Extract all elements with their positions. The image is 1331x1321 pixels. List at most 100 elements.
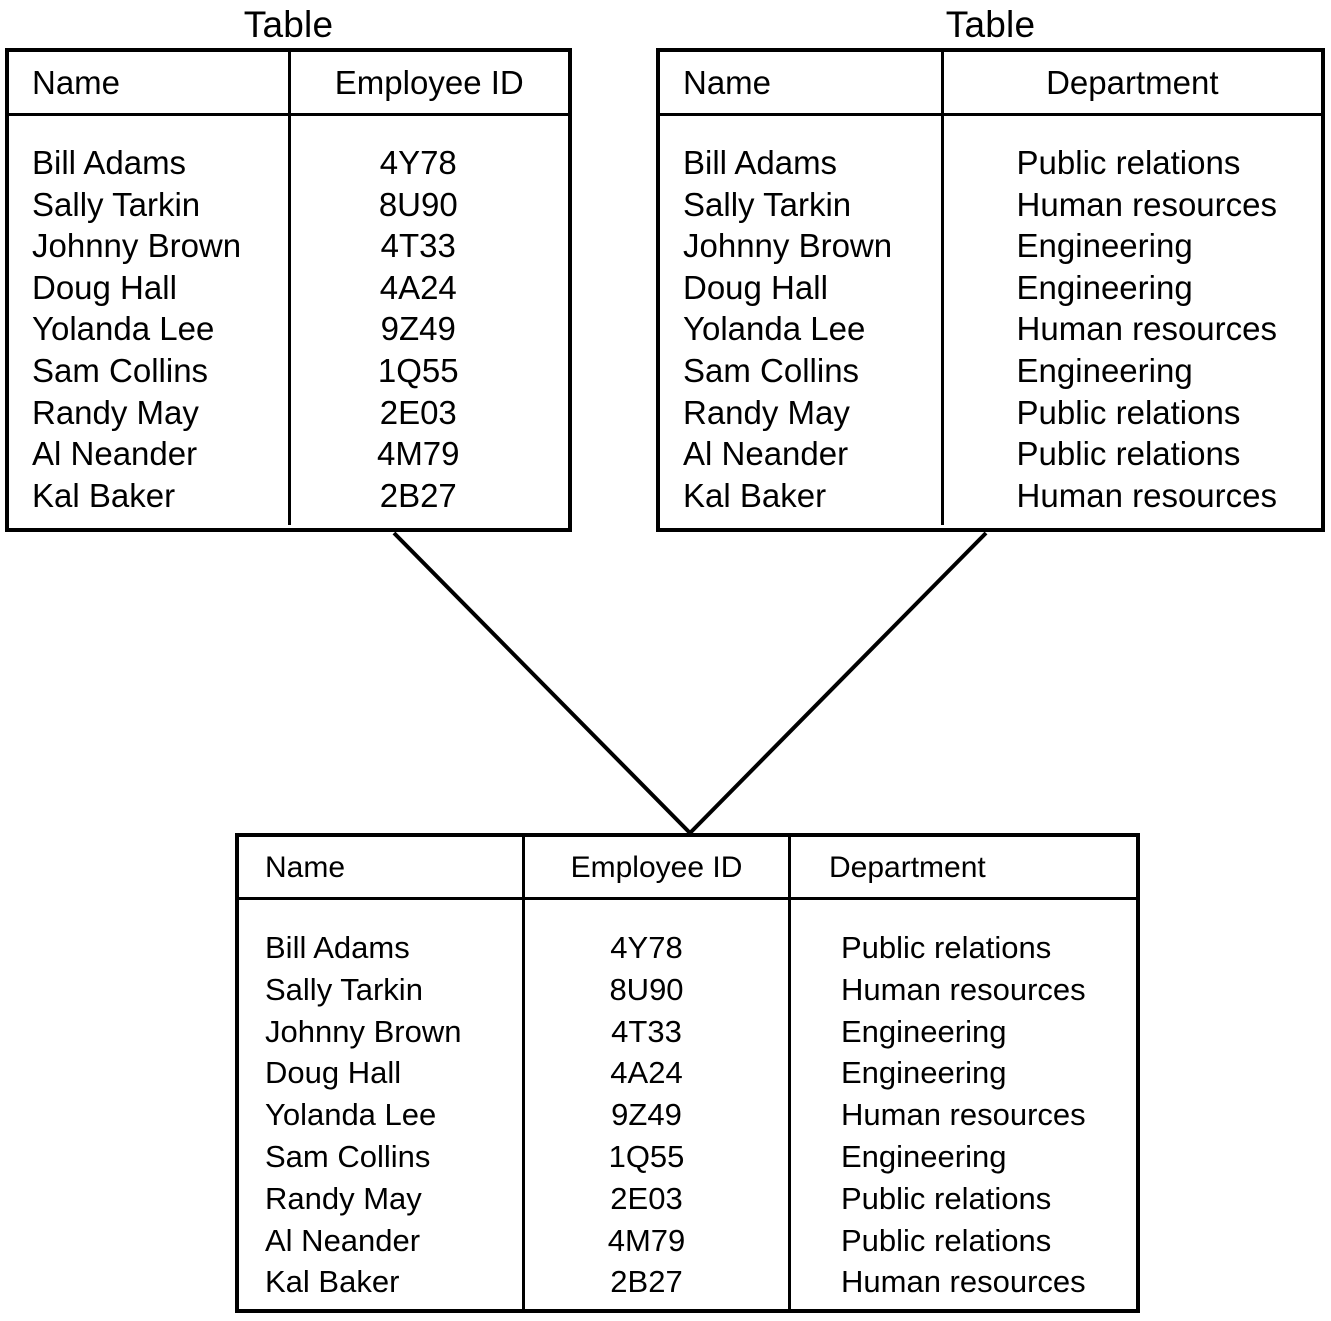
table-row: 4M79 — [607, 1222, 686, 1258]
joined-table-employee-id-column: 4Y78 8U90 4T33 4A24 9Z49 1Q55 2E03 4M79 … — [522, 900, 788, 1310]
source-table-department: Name Department Bill Adams Sally Tarkin … — [656, 48, 1325, 532]
joined-table-body: Bill Adams Sally Tarkin Johnny Brown Dou… — [239, 900, 1136, 1310]
left-table-employee-id-column: 4Y78 8U90 4T33 4A24 9Z49 1Q55 2E03 4M79 … — [287, 116, 568, 525]
table-row: 9Z49 — [611, 1097, 682, 1133]
table-row: Engineering — [841, 1013, 1007, 1049]
joined-table-header-name-text: Name — [265, 850, 346, 884]
join-diagram-canvas: Table Name Employee ID Bill Adams Sally … — [0, 0, 1331, 1321]
table-row: Human resources — [1016, 185, 1277, 223]
table-row: Public relations — [841, 930, 1052, 965]
table-row: 2E03 — [610, 1180, 683, 1216]
table-row: Al Neander — [265, 1222, 421, 1258]
table-row: Al Neander — [683, 435, 849, 473]
table-row: 4Y78 — [610, 930, 683, 965]
joined-table-header-name: Name — [239, 837, 522, 897]
table-row: 4M79 — [376, 435, 460, 473]
table-row: Public relations — [841, 1180, 1052, 1216]
table-row: Engineering — [841, 1138, 1007, 1174]
table-row: Randy May — [32, 393, 199, 431]
left-table-caption: Table — [5, 3, 572, 47]
connector-line-left — [392, 531, 692, 835]
table-row: Doug Hall — [265, 1055, 402, 1091]
table-row: Human resources — [1016, 476, 1277, 514]
left-table-header-row: Name Employee ID — [9, 52, 568, 116]
table-row: 4T33 — [611, 1013, 682, 1049]
table-row: Johnny Brown — [32, 227, 242, 265]
table-row: Public relations — [1016, 393, 1241, 431]
table-row: Human resources — [841, 1097, 1086, 1133]
table-row: Human resources — [841, 1264, 1086, 1300]
right-table-department-column: Public relations Human resources Enginee… — [940, 116, 1321, 525]
right-table-header-department: Department — [940, 52, 1321, 113]
table-row: Yolanda Lee — [32, 310, 215, 348]
table-row: Engineering — [841, 1055, 1007, 1091]
table-row: 4Y78 — [379, 144, 457, 181]
source-table-employee-id: Name Employee ID Bill Adams Sally Tarkin… — [5, 48, 572, 532]
right-table-name-column: Bill Adams Sally Tarkin Johnny Brown Dou… — [660, 116, 941, 525]
right-table-header-department-text: Department — [1046, 63, 1219, 101]
left-table-header-name-text: Name — [32, 63, 121, 101]
table-row: Doug Hall — [683, 268, 828, 306]
joined-table-department-column: Public relations Human resources Enginee… — [788, 900, 1135, 1310]
table-row: Yolanda Lee — [265, 1097, 437, 1133]
table-row: Public relations — [1016, 144, 1241, 181]
table-row: Yolanda Lee — [683, 310, 866, 348]
joined-table-header-employee-id-text: Employee ID — [570, 850, 743, 884]
table-row: Engineering — [1016, 227, 1193, 265]
table-row: Randy May — [265, 1180, 422, 1216]
table-row: Engineering — [1016, 268, 1193, 306]
table-row: Al Neander — [32, 435, 198, 473]
joined-table-header-department: Department — [788, 837, 1135, 897]
table-row: Bill Adams — [683, 144, 838, 181]
table-row: 2E03 — [379, 393, 457, 431]
joined-table-header-department-text: Department — [829, 850, 986, 884]
table-row: Bill Adams — [32, 144, 187, 181]
left-table-body: Bill Adams Sally Tarkin Johnny Brown Dou… — [9, 116, 568, 525]
table-row: Sally Tarkin — [265, 971, 423, 1007]
table-row: Public relations — [841, 1222, 1052, 1258]
table-row: Engineering — [1016, 351, 1193, 389]
table-row: Sam Collins — [683, 351, 860, 389]
table-row: 4A24 — [610, 1055, 683, 1091]
right-table-header-name-text: Name — [683, 63, 772, 101]
left-table-caption-text: Table — [243, 4, 334, 45]
table-row: 2B27 — [610, 1264, 683, 1300]
connector-line-right — [688, 531, 988, 835]
table-row: Sally Tarkin — [683, 185, 852, 223]
right-table-header-name: Name — [660, 52, 941, 113]
left-table-header-name: Name — [9, 52, 288, 113]
table-row: 2B27 — [379, 476, 457, 514]
joined-table-header-row: Name Employee ID Department — [239, 837, 1136, 900]
table-row: Sam Collins — [265, 1138, 431, 1174]
table-row: 1Q55 — [377, 351, 459, 389]
joined-table-name-column: Bill Adams Sally Tarkin Johnny Brown Dou… — [239, 900, 522, 1310]
table-row: 9Z49 — [380, 310, 456, 348]
table-row: Sam Collins — [32, 351, 209, 389]
table-row: 1Q55 — [608, 1138, 685, 1174]
table-row: 4A24 — [379, 268, 457, 306]
joined-result-table: Name Employee ID Department Bill Adams S… — [235, 833, 1140, 1313]
table-row: Public relations — [1016, 435, 1241, 473]
right-table-caption-text: Table — [945, 4, 1036, 45]
right-table-body: Bill Adams Sally Tarkin Johnny Brown Dou… — [660, 116, 1321, 525]
table-row: Sally Tarkin — [32, 185, 201, 223]
left-table-name-column: Bill Adams Sally Tarkin Johnny Brown Dou… — [9, 116, 288, 525]
right-table-caption: Table — [656, 3, 1325, 47]
left-table-header-employee-id-text: Employee ID — [334, 63, 524, 101]
table-row: Kal Baker — [32, 476, 176, 514]
left-table-header-employee-id: Employee ID — [287, 52, 568, 113]
table-row: Human resources — [841, 971, 1086, 1007]
table-row: Doug Hall — [32, 268, 177, 306]
table-row: Johnny Brown — [683, 227, 893, 265]
table-row: Human resources — [1016, 310, 1277, 348]
table-row: Randy May — [683, 393, 850, 431]
table-row: 8U90 — [609, 971, 684, 1007]
right-table-header-row: Name Department — [660, 52, 1321, 116]
table-row: Kal Baker — [265, 1264, 400, 1300]
table-row: 4T33 — [380, 227, 456, 265]
table-row: Bill Adams — [265, 930, 410, 965]
table-row: Kal Baker — [683, 476, 827, 514]
table-row: Johnny Brown — [265, 1013, 462, 1049]
table-row: 8U90 — [378, 185, 458, 223]
joined-table-header-employee-id: Employee ID — [522, 837, 788, 897]
